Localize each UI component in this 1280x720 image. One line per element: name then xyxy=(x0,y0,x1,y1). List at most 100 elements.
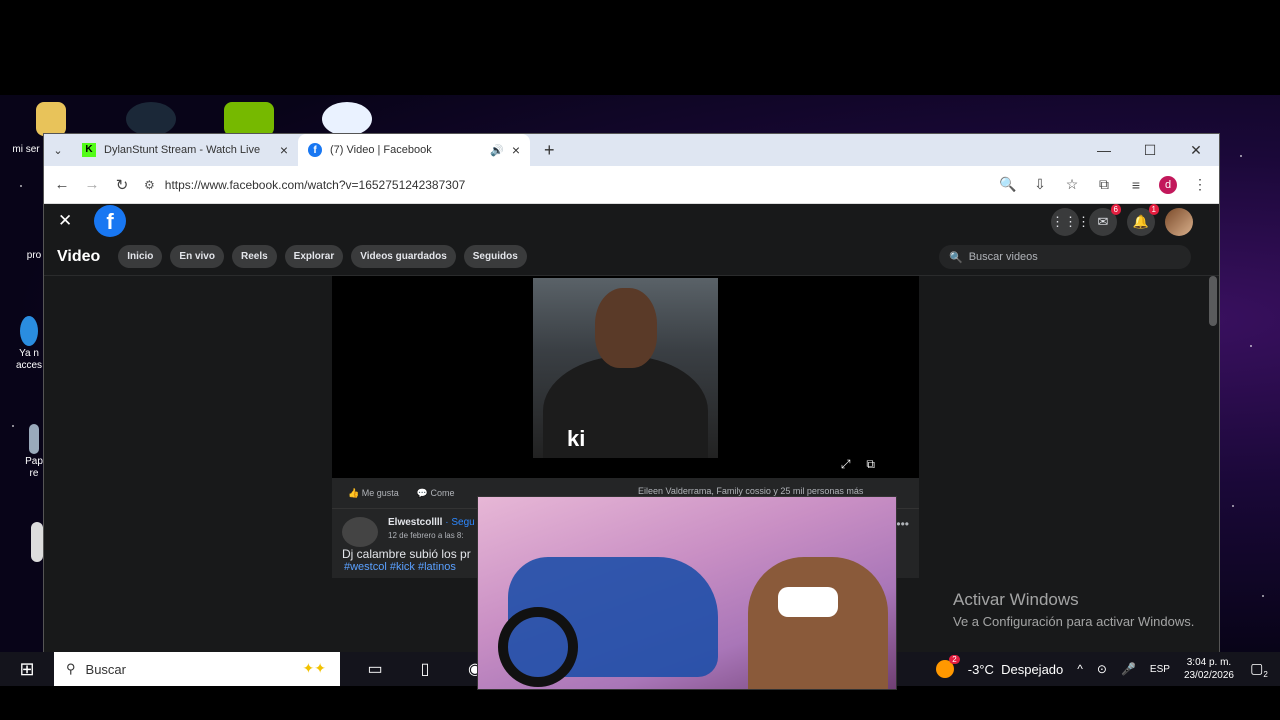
edge-icon xyxy=(20,316,38,346)
reactions-summary[interactable]: Eileen Valderrama, Family cossio y 25 mi… xyxy=(638,486,863,496)
notification-count: 2 xyxy=(1263,669,1268,679)
desktop-icon-3[interactable]: Ya n acces xyxy=(14,316,44,372)
weather-text[interactable]: -3°C Despejado xyxy=(968,662,1064,677)
search-icon: ⚲ xyxy=(66,661,76,676)
desktop-icon-label: Pap re xyxy=(25,456,43,479)
post-text: Dj calambre subió los pr xyxy=(342,547,471,561)
tab-facebook[interactable]: f (7) Video | Facebook 🔊 × xyxy=(298,134,530,166)
clock[interactable]: 3:04 p. m. 23/02/2026 xyxy=(1184,656,1234,682)
window-controls: — ☐ ✕ xyxy=(1081,134,1219,166)
taskbar-search[interactable]: ⚲ Buscar ✦✦ xyxy=(54,652,340,686)
notifications-bell-icon[interactable]: 🔔 1 xyxy=(1127,204,1159,236)
webcam-person xyxy=(748,557,888,689)
minimize-button[interactable]: — xyxy=(1081,134,1127,166)
address-bar: ← → ↻ ⚙ https://www.facebook.com/watch?v… xyxy=(44,166,1219,204)
maximize-button[interactable]: ☐ xyxy=(1127,134,1173,166)
profile-avatar[interactable]: d xyxy=(1159,175,1177,194)
file-icon[interactable]: ▯ xyxy=(400,659,450,679)
comment-label: Come xyxy=(430,487,455,498)
like-button[interactable]: 👍 Me gusta xyxy=(348,488,399,499)
activate-subtitle: Ve a Configuración para activar Windows. xyxy=(953,614,1195,629)
notifications-icon[interactable]: ▢2 xyxy=(1248,660,1270,679)
media-control-icon[interactable]: ≡ xyxy=(1127,177,1145,193)
url-field[interactable]: ⚙ https://www.facebook.com/watch?v=16527… xyxy=(144,178,985,192)
search-videos-input[interactable]: 🔍 Buscar videos xyxy=(939,245,1191,269)
reload-button[interactable]: ↻ xyxy=(114,176,130,194)
webcam-wheel xyxy=(498,607,578,687)
install-app-icon[interactable]: ⇩ xyxy=(1031,176,1049,193)
post-author[interactable]: Elwestcollll · Segu xyxy=(388,517,475,528)
video-nav: Video Inicio En vivo Reels Explorar Vide… xyxy=(44,238,1219,276)
video-player[interactable]: ki ⤢ ⧉ xyxy=(332,276,919,478)
microphone-icon[interactable]: 🎤 xyxy=(1121,662,1136,676)
page-scrollbar[interactable] xyxy=(1209,274,1217,634)
desktop-icon-1[interactable]: mi ser xyxy=(8,144,44,156)
tab-search-dropdown[interactable]: ⌄ xyxy=(44,144,72,157)
weather-icon[interactable]: 2 xyxy=(935,655,960,678)
post-hashtags[interactable]: #westcol #kick #latinos xyxy=(344,561,456,573)
zoom-icon[interactable]: 🔍 xyxy=(999,176,1017,193)
nav-reels[interactable]: Reels xyxy=(231,245,277,268)
windows-start-icon[interactable]: ⊞ xyxy=(0,659,54,680)
site-info-icon[interactable]: ⚙ xyxy=(144,178,155,192)
new-tab-button[interactable]: + xyxy=(544,140,555,161)
task-view-icon[interactable]: ▭ xyxy=(350,659,400,679)
menu-icon[interactable]: ⋮ xyxy=(1191,176,1209,193)
search-placeholder: Buscar xyxy=(85,661,126,677)
clock-time: 3:04 p. m. xyxy=(1186,657,1232,668)
desktop-icon-label: Ya n acces xyxy=(15,348,43,371)
activate-title: Activar Windows xyxy=(953,590,1079,609)
tab-title: DylanStunt Stream - Watch Live xyxy=(104,144,261,156)
language-indicator[interactable]: ESP xyxy=(1150,664,1170,675)
nvidia-icon[interactable] xyxy=(224,102,274,136)
uplay-icon[interactable] xyxy=(322,102,372,136)
menu-grid-icon[interactable]: ⋮⋮⋮ xyxy=(1051,208,1090,236)
tab-kick[interactable]: K DylanStunt Stream - Watch Live × xyxy=(72,134,298,166)
nav-seguidos[interactable]: Seguidos xyxy=(463,245,527,268)
file-icon xyxy=(31,522,43,562)
picture-in-picture-icon[interactable]: ⧉ xyxy=(866,457,875,472)
messenger-icon[interactable]: ✉ 6 xyxy=(1089,204,1121,236)
forward-button[interactable]: → xyxy=(84,176,100,193)
activate-windows-watermark: Activar Windows Ve a Configuración para … xyxy=(953,590,1194,629)
recycle-bin-icon xyxy=(29,424,39,454)
speaker-icon[interactable]: 🔊 xyxy=(490,144,504,157)
nav-en-vivo[interactable]: En vivo xyxy=(170,245,224,268)
nav-videos-guardados[interactable]: Videos guardados xyxy=(351,245,456,268)
chevron-up-icon[interactable]: ^ xyxy=(1077,662,1083,676)
follow-link[interactable]: · Segu xyxy=(445,517,474,528)
nav-explorar[interactable]: Explorar xyxy=(284,245,344,268)
nav-inicio[interactable]: Inicio xyxy=(118,245,163,268)
scrollbar-thumb[interactable] xyxy=(1209,276,1217,326)
camera-icon[interactable]: ⊙ xyxy=(1097,662,1107,676)
facebook-icon: f xyxy=(308,143,322,157)
bookmark-star-icon[interactable]: ☆ xyxy=(1063,176,1081,193)
more-options-icon[interactable]: ••• xyxy=(896,517,909,531)
messenger-badge: 6 xyxy=(1110,204,1121,215)
close-tab-icon[interactable]: × xyxy=(512,142,520,158)
desktop-icon-2[interactable]: pro xyxy=(24,250,44,262)
folder-icon[interactable] xyxy=(36,102,66,136)
header-actions: ⋮⋮⋮ ✉ 6 🔔 1 xyxy=(1051,204,1193,236)
desktop-icon-5[interactable] xyxy=(30,522,44,564)
copilot-sparkle-icon: ✦✦ xyxy=(302,660,326,676)
comment-button[interactable]: 💬 Come xyxy=(417,488,455,499)
fullscreen-icon[interactable]: ⤢ xyxy=(841,457,851,472)
avatar[interactable] xyxy=(1165,208,1193,236)
close-tab-icon[interactable]: × xyxy=(280,142,288,158)
kick-icon: K xyxy=(82,143,96,157)
post-date[interactable]: 12 de febrero a las 8: xyxy=(388,531,464,540)
back-button[interactable]: ← xyxy=(54,176,70,193)
avatar[interactable] xyxy=(342,517,378,547)
page-title: Video xyxy=(57,247,101,265)
extensions-icon[interactable]: ⧉ xyxy=(1095,176,1113,193)
close-icon[interactable]: ✕ xyxy=(58,211,86,231)
player-controls: ⤢ ⧉ xyxy=(841,457,875,472)
steam-icon[interactable] xyxy=(126,102,176,136)
video-frame: ki xyxy=(533,278,718,458)
clock-date: 23/02/2026 xyxy=(1183,670,1234,681)
video-watermark: ki xyxy=(567,426,586,451)
facebook-logo[interactable]: f xyxy=(94,205,126,237)
search-icon: 🔍 xyxy=(949,251,963,264)
close-window-button[interactable]: ✕ xyxy=(1173,134,1219,166)
